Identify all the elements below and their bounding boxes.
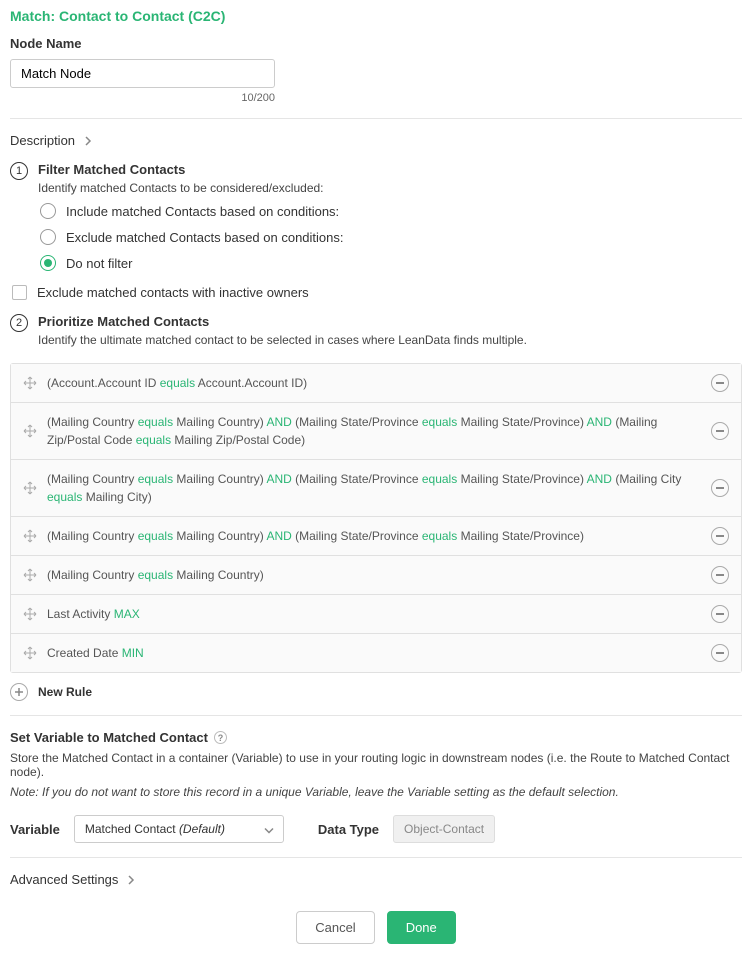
description-label: Description bbox=[10, 133, 75, 148]
cancel-button[interactable]: Cancel bbox=[296, 911, 374, 944]
plus-icon bbox=[10, 683, 28, 701]
variable-label: Variable bbox=[10, 822, 60, 837]
remove-rule-button[interactable] bbox=[711, 479, 729, 497]
rule-text: (Account.Account ID equals Account.Accou… bbox=[47, 374, 701, 392]
datatype-label: Data Type bbox=[318, 822, 379, 837]
rule-text: (Mailing Country equals Mailing Country)… bbox=[47, 527, 701, 545]
step-1-badge: 1 bbox=[10, 162, 28, 180]
rule-text: (Mailing Country equals Mailing Country)… bbox=[47, 413, 701, 449]
radio-icon bbox=[40, 255, 56, 271]
step-2-desc: Identify the ultimate matched contact to… bbox=[38, 333, 742, 347]
advanced-settings-header[interactable]: Advanced Settings bbox=[10, 872, 742, 887]
page-title: Match: Contact to Contact (C2C) bbox=[10, 8, 742, 24]
drag-handle-icon[interactable] bbox=[23, 646, 37, 660]
exclude-inactive-label: Exclude matched contacts with inactive o… bbox=[37, 285, 309, 300]
rule-row: (Mailing Country equals Mailing Country)… bbox=[11, 517, 741, 556]
drag-handle-icon[interactable] bbox=[23, 529, 37, 543]
step-2-badge: 2 bbox=[10, 314, 28, 332]
step-1-title: Filter Matched Contacts bbox=[38, 162, 742, 177]
rule-row: (Mailing Country equals Mailing Country)… bbox=[11, 460, 741, 517]
remove-rule-button[interactable] bbox=[711, 644, 729, 662]
remove-rule-button[interactable] bbox=[711, 605, 729, 623]
radio-label: Do not filter bbox=[66, 256, 132, 271]
char-count: 10/200 bbox=[10, 92, 275, 104]
rule-text: Created Date MIN bbox=[47, 644, 701, 662]
radio-icon bbox=[40, 229, 56, 245]
step-1-desc: Identify matched Contacts to be consider… bbox=[38, 181, 742, 195]
radio-label: Include matched Contacts based on condit… bbox=[66, 204, 339, 219]
node-name-label: Node Name bbox=[10, 36, 742, 51]
rule-row: Created Date MIN bbox=[11, 634, 741, 672]
node-name-input[interactable] bbox=[10, 59, 275, 88]
rule-row: (Mailing Country equals Mailing Country) bbox=[11, 556, 741, 595]
filter-radio-1[interactable]: Exclude matched Contacts based on condit… bbox=[40, 229, 742, 245]
chevron-right-icon bbox=[126, 875, 136, 885]
set-variable-desc: Store the Matched Contact in a container… bbox=[10, 751, 742, 779]
set-variable-title: Set Variable to Matched Contact bbox=[10, 730, 208, 745]
filter-radio-2[interactable]: Do not filter bbox=[40, 255, 742, 271]
rule-text: (Mailing Country equals Mailing Country)… bbox=[47, 470, 701, 506]
remove-rule-button[interactable] bbox=[711, 566, 729, 584]
rule-text: (Mailing Country equals Mailing Country) bbox=[47, 566, 701, 584]
rule-row: (Account.Account ID equals Account.Accou… bbox=[11, 364, 741, 403]
drag-handle-icon[interactable] bbox=[23, 568, 37, 582]
new-rule-button[interactable]: New Rule bbox=[10, 683, 742, 701]
filter-radio-0[interactable]: Include matched Contacts based on condit… bbox=[40, 203, 742, 219]
rule-text: Last Activity MAX bbox=[47, 605, 701, 623]
drag-handle-icon[interactable] bbox=[23, 607, 37, 621]
variable-select[interactable]: Matched Contact (Default) bbox=[74, 815, 284, 843]
remove-rule-button[interactable] bbox=[711, 374, 729, 392]
help-icon[interactable]: ? bbox=[214, 731, 227, 744]
radio-icon bbox=[40, 203, 56, 219]
drag-handle-icon[interactable] bbox=[23, 376, 37, 390]
new-rule-label: New Rule bbox=[38, 685, 92, 699]
rule-row: Last Activity MAX bbox=[11, 595, 741, 634]
radio-label: Exclude matched Contacts based on condit… bbox=[66, 230, 344, 245]
drag-handle-icon[interactable] bbox=[23, 481, 37, 495]
drag-handle-icon[interactable] bbox=[23, 424, 37, 438]
chevron-right-icon bbox=[83, 136, 93, 146]
advanced-settings-label: Advanced Settings bbox=[10, 872, 118, 887]
step-2-title: Prioritize Matched Contacts bbox=[38, 314, 742, 329]
exclude-inactive-checkbox[interactable] bbox=[12, 285, 27, 300]
rule-row: (Mailing Country equals Mailing Country)… bbox=[11, 403, 741, 460]
description-header[interactable]: Description bbox=[10, 133, 742, 148]
remove-rule-button[interactable] bbox=[711, 422, 729, 440]
done-button[interactable]: Done bbox=[387, 911, 456, 944]
set-variable-note: Note: If you do not want to store this r… bbox=[10, 785, 742, 799]
datatype-field: Object-Contact bbox=[393, 815, 495, 843]
remove-rule-button[interactable] bbox=[711, 527, 729, 545]
